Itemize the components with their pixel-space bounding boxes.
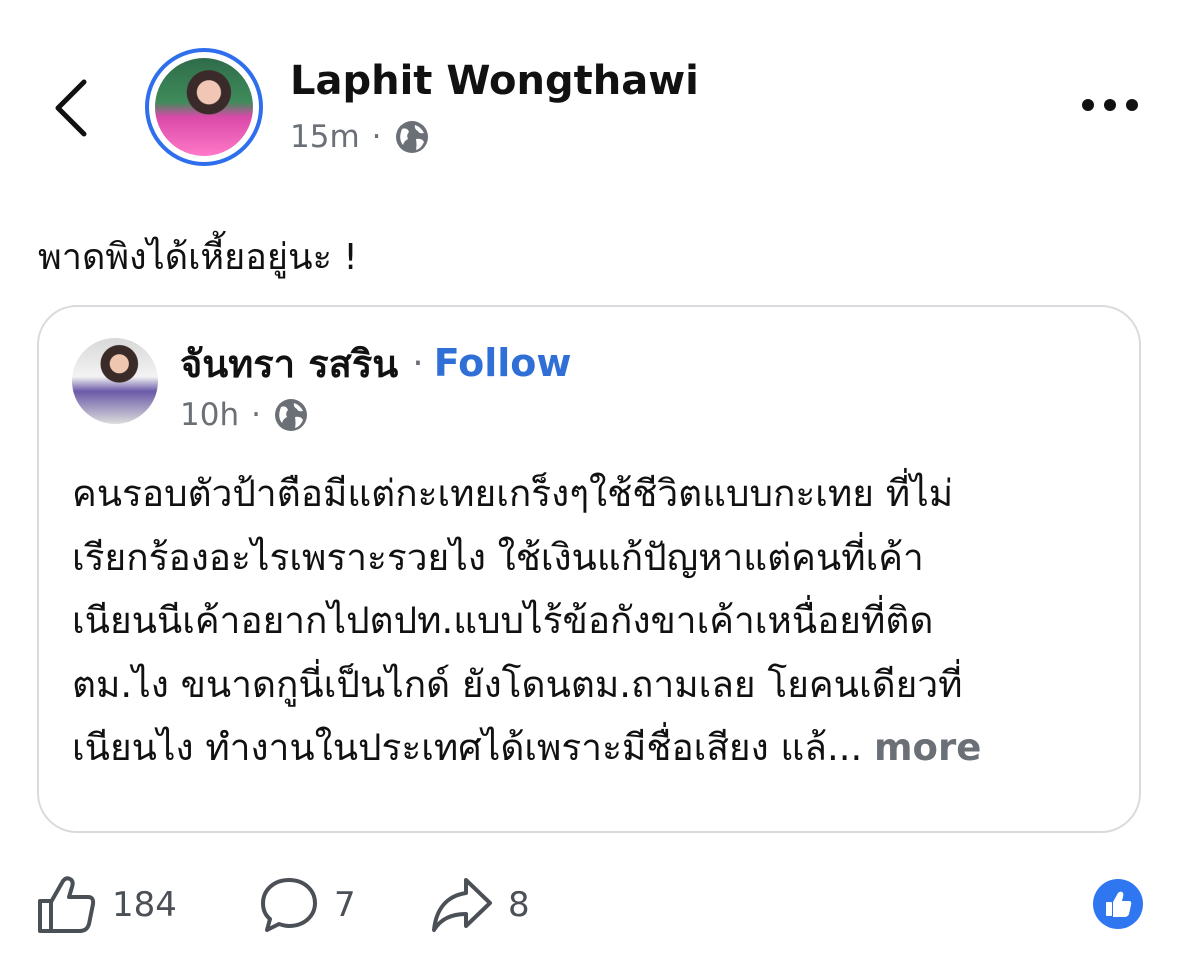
more-options-button[interactable] xyxy=(1080,90,1140,120)
thumbs-up-filled-icon xyxy=(1106,891,1132,917)
like-count: 184 xyxy=(112,885,177,925)
comment-icon xyxy=(261,878,317,932)
shared-text-line: ตม.ไง ขนาดกูนี่เป็นไกด์ ยังโดนตม.ถามเลย … xyxy=(72,662,963,706)
comment-count: 7 xyxy=(334,885,356,925)
comment-button[interactable]: 7 xyxy=(258,874,356,936)
share-button[interactable]: 8 xyxy=(430,874,530,936)
author-name[interactable]: Laphit Wongthawi xyxy=(290,58,699,104)
post-time[interactable]: 15m xyxy=(290,119,360,155)
shared-author-line: จันทรา รสริน · Follow xyxy=(180,337,572,389)
shared-meta-separator: · xyxy=(251,397,261,433)
shared-text-line: เนียนนีเค้าอยากไปตปท.แบบไร้ข้อกังขาเค้าเ… xyxy=(72,599,934,642)
globe-icon xyxy=(274,399,307,431)
shared-meta: 10h · xyxy=(180,393,309,437)
shared-time[interactable]: 10h xyxy=(180,397,239,433)
shared-author-name[interactable]: จันทรา รสริน xyxy=(180,333,398,394)
shared-post-text: คนรอบตัวป้าตือมีแต่กะเทยเกร็งๆใช้ชีวิตแบ… xyxy=(72,462,1122,780)
post-meta: 15m · xyxy=(290,115,430,159)
see-more-link[interactable]: more xyxy=(874,726,981,769)
meta-separator: · xyxy=(371,119,382,155)
shared-text-line: เรียกร้องอะไรเพราะรวยไง ใช้เงินแก้ปัญหาแ… xyxy=(72,535,924,579)
shared-text-line: เนียนไง ทำงานในประเทศได้เพราะมีชื่อเสียง… xyxy=(72,726,863,769)
like-button[interactable]: 184 xyxy=(36,874,177,936)
share-count: 8 xyxy=(508,885,530,925)
shared-text-line: คนรอบตัวป้าตือมีแต่กะเทยเกร็งๆใช้ชีวิตแบ… xyxy=(72,472,954,515)
shared-separator: · xyxy=(412,342,424,384)
more-dots-icon xyxy=(1082,99,1138,111)
like-reaction-badge[interactable] xyxy=(1093,879,1143,929)
shared-author-avatar[interactable] xyxy=(72,338,158,424)
share-arrow-icon xyxy=(432,878,492,932)
globe-icon xyxy=(395,121,428,153)
post-text: พาดพิงได้เหี้ยอยู่นะ ! xyxy=(38,237,358,278)
back-button[interactable] xyxy=(52,78,92,138)
follow-button[interactable]: Follow xyxy=(434,341,572,385)
author-avatar[interactable] xyxy=(155,58,253,156)
thumbs-up-icon xyxy=(38,876,96,933)
shared-text-line-last: เนียนไง ทำงานในประเทศได้เพราะมีชื่อเสียง… xyxy=(72,716,1122,780)
chevron-left-icon xyxy=(55,79,87,137)
